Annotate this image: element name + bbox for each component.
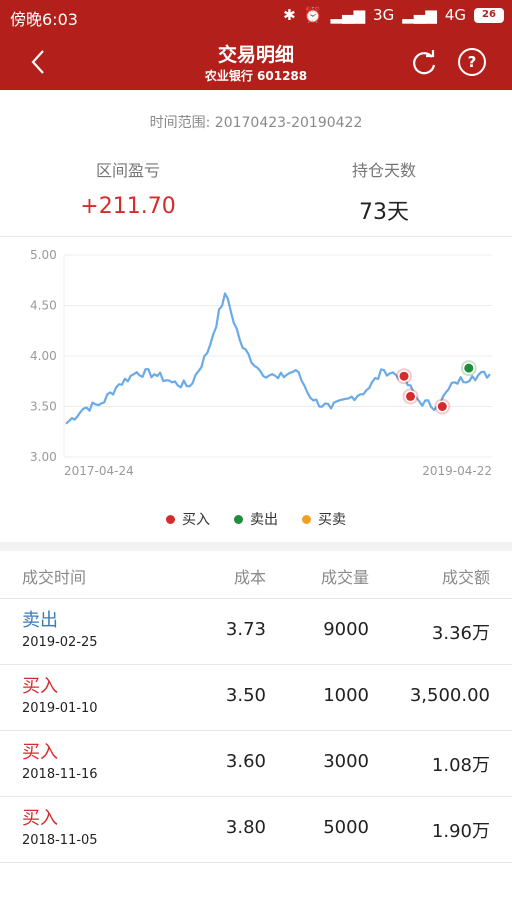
question-icon: ? — [467, 53, 477, 71]
trade-date: 2018-11-05 — [22, 833, 98, 848]
days-stat: 持仓天数 73天 — [256, 157, 512, 226]
legend-label: 买卖 — [318, 512, 346, 528]
status-time: 傍晚6:03 — [10, 10, 78, 29]
table-row[interactable]: 卖出 2019-02-25 3.73 9000 3.36万 — [0, 599, 512, 665]
time-range: 时间范围: 20170423-20190422 — [149, 115, 363, 131]
trade-volume: 1000 — [323, 685, 369, 706]
chart-svg: 5.00 4.50 4.00 3.50 3.00 2017-04-24 2019-04-22 — [30, 248, 492, 478]
trade-amount: 1.08万 — [431, 755, 490, 776]
header-time: 成交时间 — [22, 568, 87, 587]
status-bar: 傍晚6:03 ✱ ⏰ ▂▄▆ 3G ▂▄▆ 4G 26 — [0, 0, 512, 34]
trade-volume: 3000 — [323, 751, 369, 772]
trade-cost: 3.80 — [225, 817, 266, 838]
table-header: 成交时间 成本 成交量 成交额 — [0, 551, 512, 599]
y-tick-label: 4.00 — [30, 349, 57, 363]
signal-icon-2: ▂▄▆ — [402, 6, 437, 24]
header-amount: 成交额 — [441, 568, 490, 587]
buy-marker — [406, 391, 415, 401]
refresh-button[interactable] — [408, 47, 440, 79]
x-tick-label: 2017-04-24 — [64, 464, 134, 478]
table-row[interactable]: 买入 2018-11-05 3.80 5000 1.90万 — [0, 797, 512, 863]
header-cost: 成本 — [233, 568, 266, 587]
app-header: 交易明细 农业银行 601288 ? — [0, 34, 512, 90]
table-row[interactable]: 买入 2019-01-10 3.50 1000 3,500.00 — [0, 665, 512, 731]
trade-amount: 3.36万 — [431, 623, 490, 644]
trade-cost: 3.73 — [225, 619, 266, 640]
trade-volume: 5000 — [323, 817, 369, 838]
trade-date: 2019-02-25 — [22, 635, 98, 650]
legend-item: 卖出 — [234, 509, 278, 529]
days-value: 73天 — [359, 200, 409, 225]
legend-item: 买入 — [166, 509, 210, 529]
trade-type: 买入 — [22, 742, 58, 763]
trade-type: 卖出 — [22, 610, 58, 631]
divider — [0, 236, 512, 237]
trade-cost: 3.50 — [225, 685, 266, 706]
buy-marker — [399, 371, 409, 381]
sell-marker — [464, 363, 474, 373]
days-label: 持仓天数 — [351, 161, 416, 180]
legend-label: 买入 — [182, 512, 210, 528]
y-tick-label: 3.00 — [30, 450, 57, 464]
help-button[interactable]: ? — [458, 48, 486, 76]
legend-label: 卖出 — [250, 512, 278, 528]
y-tick-label: 3.50 — [30, 400, 57, 414]
price-chart: 5.00 4.50 4.00 3.50 3.00 2017-04-24 2019-04-22 — [0, 238, 512, 538]
trade-date: 2018-11-16 — [22, 767, 98, 782]
refresh-icon — [413, 50, 436, 75]
section-separator — [0, 542, 512, 551]
profit-stat: 区间盈亏 +211.70 — [0, 157, 256, 219]
profit-value: +211.70 — [80, 194, 176, 219]
legend-dot-icon — [234, 514, 243, 524]
profit-label: 区间盈亏 — [95, 161, 160, 180]
network-type-2: 4G — [444, 6, 466, 24]
signal-icon: ▂▄▆ — [330, 6, 366, 24]
legend-dot-icon — [166, 514, 175, 524]
trade-type: 买入 — [22, 808, 58, 829]
buy-marker — [437, 402, 447, 411]
header-volume: 成交量 — [320, 568, 369, 587]
y-tick-label: 5.00 — [30, 248, 57, 262]
trade-date: 2019-01-10 — [22, 701, 98, 716]
status-icons: ✱ ⏰ ▂▄▆ 3G ▂▄▆ 4G 26 — [283, 6, 504, 24]
y-tick-label: 4.50 — [30, 299, 57, 313]
legend-item: 买卖 — [302, 509, 346, 529]
battery-icon: 26 — [474, 7, 504, 23]
legend-dot-icon — [302, 514, 311, 524]
network-type-1: 3G — [373, 6, 395, 24]
trade-amount: 3,500.00 — [409, 685, 490, 706]
trade-table: 成交时间 成本 成交量 成交额 卖出 2019-02-25 3.73 9000 … — [0, 551, 512, 863]
trade-volume: 9000 — [323, 619, 369, 640]
table-row[interactable]: 买入 2018-11-16 3.60 3000 1.08万 — [0, 731, 512, 797]
x-tick-label: 2019-04-22 — [422, 464, 492, 478]
trade-cost: 3.60 — [225, 751, 266, 772]
bluetooth-icon: ✱ — [283, 6, 296, 24]
trade-amount: 1.90万 — [431, 821, 490, 842]
trade-type: 买入 — [22, 676, 58, 697]
alarm-icon: ⏰ — [303, 6, 323, 24]
price-line — [65, 292, 491, 425]
chart-legend: 买入 卖出 买卖 — [0, 509, 512, 529]
